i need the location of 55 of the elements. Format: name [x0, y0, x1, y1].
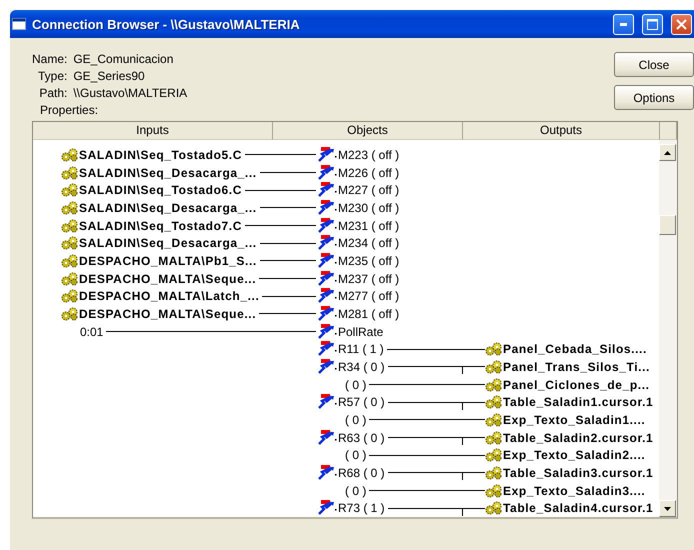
object-label[interactable]: ( 0 )	[345, 412, 366, 427]
output-point[interactable]: Table_Saladin2.cursor.1	[503, 430, 654, 445]
object-label[interactable]: M234 ( off )	[338, 236, 400, 250]
object-label[interactable]: M223 ( off )	[338, 148, 400, 162]
object-label[interactable]: M227 ( off )	[338, 183, 400, 198]
object-label[interactable]: M235 ( off )	[338, 254, 400, 268]
close-dialog-button[interactable]: Close	[614, 52, 694, 77]
field-label: Path:	[38, 86, 68, 100]
object-label[interactable]: R73 ( 1 )	[338, 501, 385, 516]
object-label[interactable]: M226 ( off )	[338, 166, 400, 180]
output-point[interactable]: Panel_Ciclones_de_p...	[503, 378, 650, 392]
input-point[interactable]: SALADIN\Seq_Desacarga_...	[79, 166, 257, 180]
field-label: Type:	[36, 69, 68, 83]
object-label[interactable]: M231 ( off )	[338, 218, 400, 233]
input-point[interactable]: DESPACHO_MALTA\Pb1_S...	[79, 254, 257, 268]
options-button[interactable]: Options	[614, 85, 694, 110]
input-point[interactable]: SALADIN\Seq_Desacarga_...	[79, 200, 257, 215]
object-label[interactable]: ( 0 )	[345, 448, 366, 462]
output-point[interactable]: Table_Saladin4.cursor.1	[503, 501, 654, 516]
window-title: Connection Browser - \\Gustavo\MALTERIA	[32, 16, 301, 32]
output-point[interactable]: Panel_Cebada_Silos....	[503, 342, 647, 356]
input-point[interactable]: DESPACHO_MALTA\Latch_...	[79, 289, 260, 304]
field-label: Name:	[32, 52, 68, 66]
input-point[interactable]: DESPACHO_MALTA\Seque...	[79, 272, 256, 286]
field-value: GE_Comunicacion	[73, 52, 174, 66]
output-point[interactable]: Exp_Texto_Saladin1....	[503, 412, 646, 427]
object-label[interactable]: R34 ( 0 )	[338, 360, 385, 374]
properties-label: Properties:	[39, 103, 100, 117]
object-label[interactable]: R57 ( 0 )	[338, 395, 385, 410]
input-point[interactable]: SALADIN\Seq_Tostado7.C	[79, 218, 242, 233]
input-point[interactable]: DESPACHO_MALTA\Seque...	[79, 306, 256, 321]
object-label[interactable]: ( 0 )	[345, 378, 366, 392]
field-value: GE_Series90	[73, 69, 146, 83]
field-value: \\Gustavo\MALTERIA	[73, 86, 188, 100]
column-header[interactable]: Objects	[273, 122, 463, 140]
object-label[interactable]: M230 ( off )	[338, 200, 400, 215]
object-label[interactable]: R63 ( 0 )	[338, 430, 385, 445]
object-label[interactable]: ( 0 )	[345, 484, 366, 498]
input-point[interactable]: SALADIN\Seq_Tostado6.C	[79, 183, 242, 198]
object-label[interactable]: R68 ( 0 )	[338, 466, 385, 480]
output-point[interactable]: Exp_Texto_Saladin3....	[503, 484, 646, 498]
column-header[interactable]: Outputs	[463, 122, 660, 140]
object-label[interactable]: R11 ( 1 )	[338, 342, 384, 356]
column-header[interactable]: Inputs	[33, 122, 273, 140]
object-label[interactable]: M277 ( off )	[338, 289, 400, 304]
output-point[interactable]: Exp_Texto_Saladin2....	[503, 448, 646, 462]
object-label[interactable]: M281 ( off )	[338, 306, 400, 321]
output-point[interactable]: Table_Saladin1.cursor.1	[503, 395, 654, 410]
input-point[interactable]: SALADIN\Seq_Tostado5.C	[79, 148, 242, 162]
object-label[interactable]: PollRate	[338, 324, 384, 339]
object-label[interactable]: M237 ( off )	[338, 272, 400, 286]
input-value: 0:01	[80, 324, 104, 339]
output-point[interactable]: Panel_Trans_Silos_Ti...	[503, 360, 650, 374]
input-point[interactable]: SALADIN\Seq_Desacarga_...	[79, 236, 257, 250]
output-point[interactable]: Table_Saladin3.cursor.1	[503, 466, 654, 480]
